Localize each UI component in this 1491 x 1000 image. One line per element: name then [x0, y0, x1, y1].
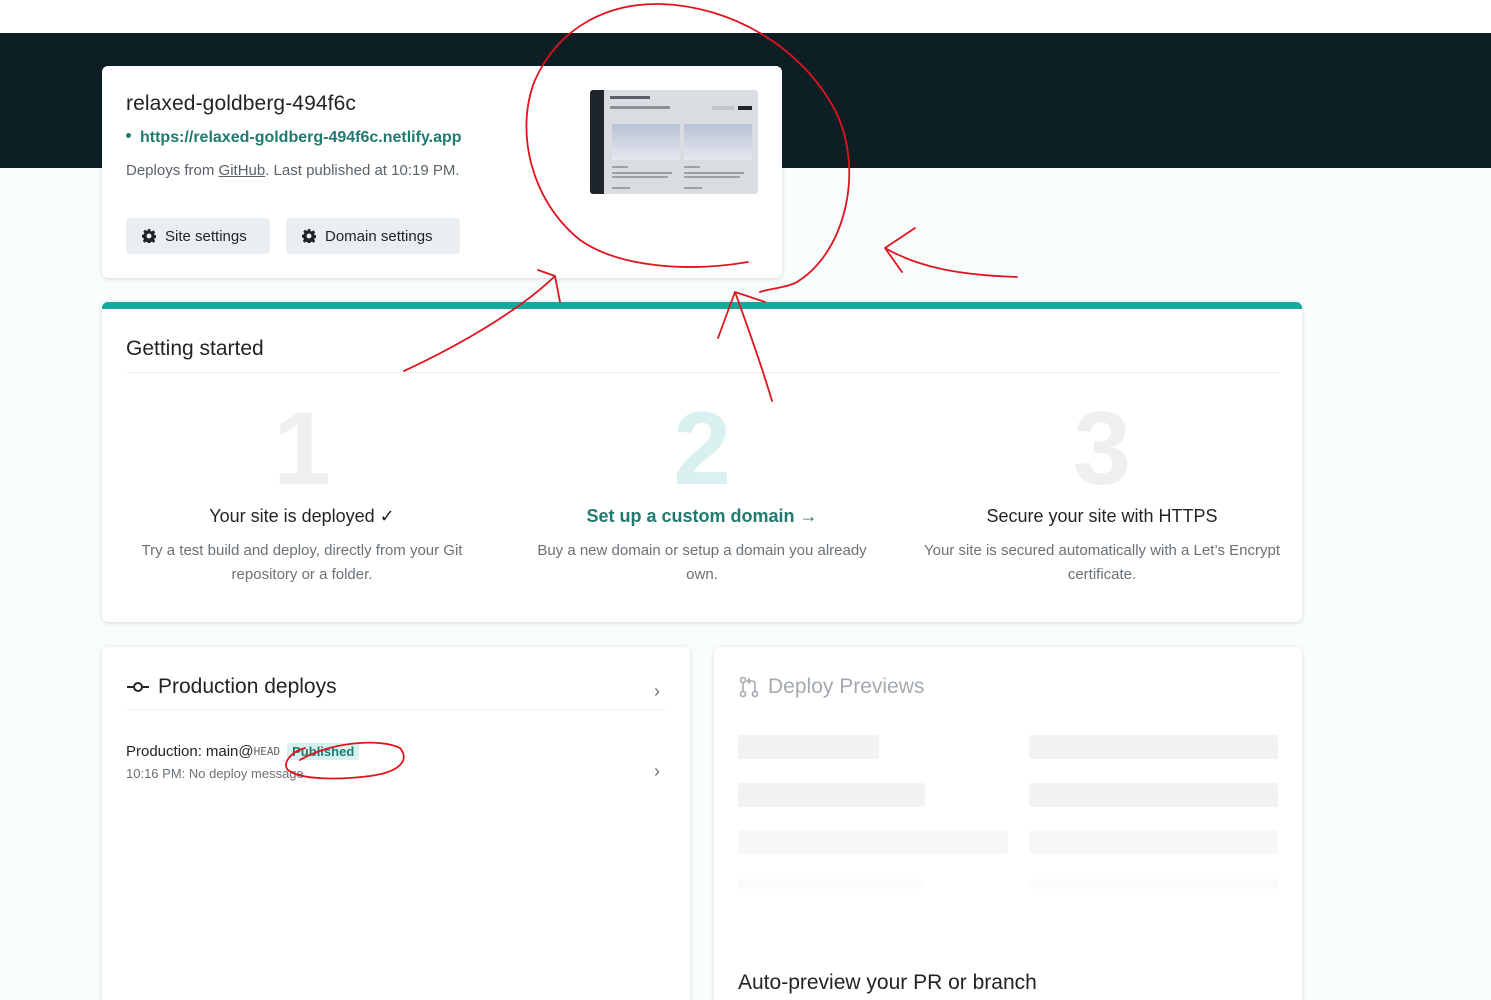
getting-started-title: Getting started [126, 337, 264, 360]
skeleton-placeholder [738, 783, 925, 807]
deploy-row[interactable]: Production: main@ HEAD Published 10:16 PM… [126, 743, 666, 803]
step-title: Secure your site with HTTPS [986, 506, 1218, 526]
deploy-previews-subtitle: Auto-preview your PR or branch [738, 971, 1037, 994]
thumb-title [610, 96, 650, 99]
thumb-line [684, 176, 740, 178]
site-settings-label: Site settings [165, 227, 247, 245]
github-link[interactable]: GitHub [219, 162, 266, 179]
thumb-line [612, 172, 672, 174]
domain-settings-label: Domain settings [325, 227, 433, 245]
thumb-image-2 [684, 124, 752, 160]
thumb-line [612, 187, 630, 189]
commit-icon [126, 680, 150, 694]
site-preview-thumbnail[interactable] [590, 90, 758, 194]
site-settings-button[interactable]: Site settings [126, 218, 270, 254]
skeleton-placeholder [1029, 830, 1278, 854]
getting-started-card: Getting started 1 Your site is deployed … [102, 302, 1302, 622]
custom-domain-link[interactable]: Set up a custom domain → [502, 506, 902, 527]
step-title: Your site is deployed ✓ [209, 506, 395, 526]
step-number: 2 [673, 391, 731, 507]
thumb-button [738, 106, 752, 110]
site-overview-card: relaxed-goldberg-494f6c https://relaxed-… [102, 66, 782, 278]
deploy-summary: Production: main@ HEAD Published [126, 743, 666, 760]
site-name: relaxed-goldberg-494f6c [126, 92, 356, 115]
thumb-image-1 [612, 124, 680, 160]
thumb-line [684, 166, 700, 168]
deploy-previews-header[interactable]: Deploy Previews [738, 675, 924, 699]
skeleton-placeholder [738, 735, 879, 759]
gear-icon [302, 229, 316, 243]
production-deploys-card: Production deploys › Production: main@ HE… [102, 647, 690, 1000]
domain-settings-button[interactable]: Domain settings [286, 218, 460, 254]
deploy-context: Production: [126, 743, 202, 760]
deploy-previews-title: Deploy Previews [768, 675, 925, 698]
bullet-icon [126, 133, 131, 139]
step-description: Buy a new domain or setup a domain you a… [537, 542, 867, 583]
step-1: 1 Your site is deployed ✓ Try a test bui… [102, 397, 502, 587]
deploy-prefix: Deploys from [126, 162, 219, 179]
thumb-nav [610, 106, 670, 109]
step-number: 3 [1073, 391, 1131, 507]
deploy-previews-card: Deploy Previews Auto-preview your PR or … [714, 647, 1302, 1000]
gear-icon [142, 229, 156, 243]
thumb-sidebar [590, 90, 604, 194]
deploy-branch: main@ [205, 743, 254, 760]
annotation-arrow [884, 227, 1018, 278]
skeleton-placeholder [1029, 783, 1278, 807]
site-url-text[interactable]: https://relaxed-goldberg-494f6c.netlify.… [140, 129, 462, 146]
thumb-line [684, 172, 744, 174]
divider [126, 372, 1278, 373]
deploy-meta: 10:16 PM: No deploy message [126, 766, 304, 781]
top-strip [0, 0, 1491, 33]
thumb-line [612, 166, 628, 168]
chevron-right-icon[interactable]: › [654, 681, 660, 702]
skeleton-placeholder [738, 879, 923, 889]
step-description: Try a test build and deploy, directly fr… [141, 542, 463, 583]
step-2: 2 Set up a custom domain → Buy a new dom… [502, 397, 902, 587]
production-deploys-title: Production deploys [158, 675, 337, 698]
thumb-line [612, 176, 668, 178]
published-badge: Published [287, 743, 360, 760]
thumb-search [712, 106, 734, 110]
deploy-ref: HEAD [253, 745, 281, 758]
deploy-source-info: Deploys from GitHub. Last published at 1… [126, 162, 460, 179]
thumb-line [684, 187, 702, 189]
step-number: 1 [273, 391, 331, 507]
pull-request-icon [738, 676, 760, 698]
skeleton-placeholder [1029, 879, 1278, 889]
step-3: 3 Secure your site with HTTPS Your site … [902, 397, 1302, 587]
divider [126, 709, 666, 710]
production-deploys-header[interactable]: Production deploys [126, 675, 337, 699]
site-url-link[interactable]: https://relaxed-goldberg-494f6c.netlify.… [126, 129, 462, 147]
step-description: Your site is secured automatically with … [923, 542, 1280, 583]
skeleton-placeholder [1029, 735, 1278, 759]
last-published: . Last published at 10:19 PM. [265, 162, 460, 179]
chevron-right-icon[interactable]: › [654, 761, 660, 782]
skeleton-placeholder [738, 830, 1008, 854]
